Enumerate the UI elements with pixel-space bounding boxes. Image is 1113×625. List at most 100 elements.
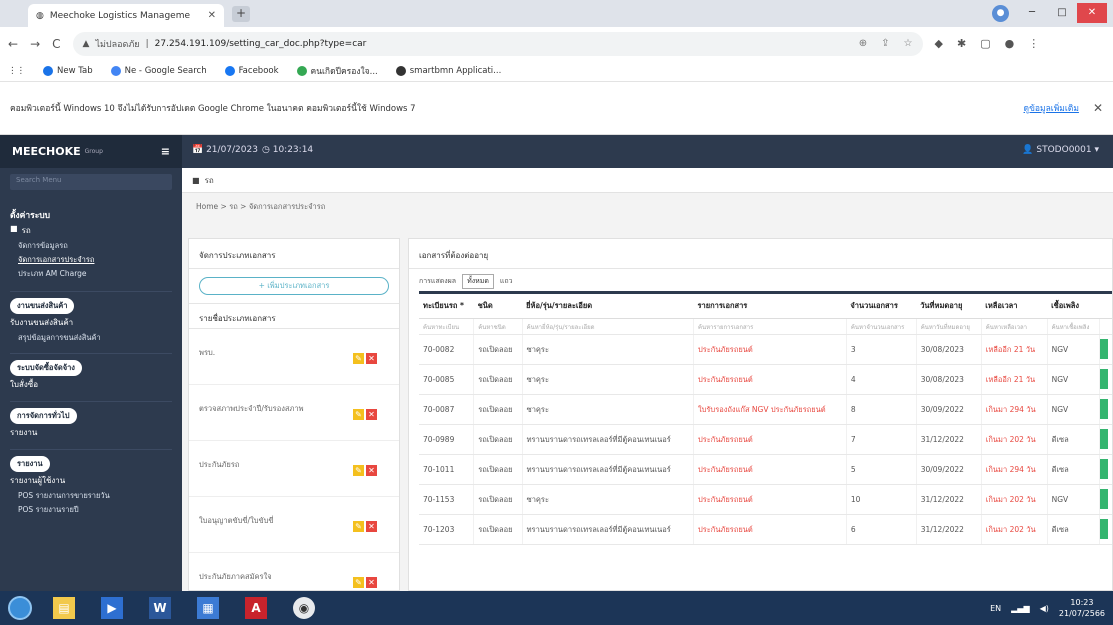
taskbar-word[interactable]: W: [140, 593, 180, 623]
delete-button[interactable]: ✕: [366, 521, 377, 532]
taskbar-explorer[interactable]: ▤: [44, 593, 84, 623]
browser-tab[interactable]: ◍ Meechoke Logistics Manageme ✕: [28, 4, 224, 27]
table-cell: รถเปิดลอย: [473, 364, 523, 395]
taskbar-pdf[interactable]: A: [236, 593, 276, 623]
row-action-button[interactable]: [1100, 368, 1108, 389]
maximize-button[interactable]: □: [1047, 3, 1077, 23]
sidebar-card-badge[interactable]: รายงาน: [10, 456, 50, 472]
row-action-button[interactable]: [1100, 518, 1108, 539]
delete-button[interactable]: ✕: [366, 465, 377, 476]
bookmark-item[interactable]: New Tab: [43, 65, 93, 76]
clock[interactable]: 10:23 21/07/2566: [1059, 597, 1105, 619]
sidebar-card-badge[interactable]: การจัดการทั่วไป: [10, 408, 77, 424]
language-indicator[interactable]: EN: [990, 604, 1001, 613]
bookmark-item[interactable]: Facebook: [224, 65, 279, 76]
minimize-button[interactable]: ─: [1017, 3, 1047, 23]
sidebar-item-car[interactable]: ■ รถ: [10, 222, 172, 239]
sidebar-search[interactable]: Search Menu: [10, 174, 172, 190]
display-all-button[interactable]: ทั้งหมด: [462, 274, 494, 289]
edit-button[interactable]: ✎: [353, 465, 364, 476]
column-filter-input[interactable]: ค้นหารายการเอกสาร: [693, 318, 847, 335]
forward-icon[interactable]: →: [30, 37, 40, 51]
column-header[interactable]: ยี่ห้อ/รุ่น/รายละเอียด: [522, 291, 694, 319]
bookmark-item[interactable]: คนเกิดปีครองใจ...: [296, 64, 378, 78]
close-window-button[interactable]: ✕: [1077, 3, 1107, 23]
column-filter-input[interactable]: ค้นหาเชื้อเพลิง: [1047, 318, 1101, 335]
delete-button[interactable]: ✕: [366, 353, 377, 364]
page-header: ■ รถ: [182, 168, 1113, 193]
column-header[interactable]: เชื้อเพลิง: [1047, 291, 1100, 319]
column-filter-input[interactable]: ค้นหาชนิด: [473, 318, 523, 335]
bookmark-star-icon[interactable]: ☆: [904, 38, 913, 49]
add-doc-type-button[interactable]: + เพิ่มประเภทเอกสาร: [199, 277, 389, 295]
bookmark-item[interactable]: smartbmn Applicati...: [395, 65, 501, 76]
delete-button[interactable]: ✕: [366, 409, 377, 420]
learn-more-link[interactable]: ดูข้อมูลเพิ่มเติม: [1024, 101, 1079, 115]
sidebar-card-item[interactable]: POS รายงานการขายรายวัน: [10, 489, 172, 503]
user-menu[interactable]: 👤 STODO0001 ▾: [1022, 145, 1099, 155]
sidebar-sub-car-docs[interactable]: จัดการเอกสารประจำรถ: [10, 253, 172, 267]
column-header[interactable]: จำนวนเอกสาร: [846, 291, 917, 319]
column-header[interactable]: วันที่หมดอายุ: [916, 291, 982, 319]
doc-type-label: ประกันภัยรถ: [199, 460, 240, 469]
reload-icon[interactable]: C: [52, 37, 60, 51]
new-tab-button[interactable]: +: [232, 6, 250, 22]
apps-icon[interactable]: ⋮⋮: [8, 66, 25, 76]
row-action-button[interactable]: [1100, 398, 1108, 419]
row-action-button[interactable]: [1100, 428, 1108, 449]
infobar-close-button[interactable]: ✕: [1093, 101, 1103, 115]
puzzle-icon[interactable]: ✱: [957, 37, 966, 50]
profile-icon[interactable]: ●: [1005, 37, 1015, 50]
taskbar-media[interactable]: ▶: [92, 593, 132, 623]
column-filter-input[interactable]: ค้นหาวันที่หมดอายุ: [916, 318, 982, 335]
row-action-button[interactable]: [1100, 488, 1108, 509]
sidebar-card-item[interactable]: รายงาน: [10, 424, 172, 441]
edit-button[interactable]: ✎: [353, 577, 364, 588]
share-icon[interactable]: ⇪: [881, 38, 889, 49]
sidepanel-icon[interactable]: ▢: [980, 37, 990, 50]
taskbar-app[interactable]: ▦: [188, 593, 228, 623]
back-icon[interactable]: ←: [8, 37, 18, 51]
doc-type-label: ตรวจสภาพประจำปี/รับรองสภาพ: [199, 404, 304, 413]
start-button[interactable]: [0, 591, 40, 625]
column-filter-input[interactable]: ค้นหาทะเบียน: [419, 318, 475, 335]
menu-kebab-icon[interactable]: ⋮: [1028, 37, 1039, 50]
edit-button[interactable]: ✎: [353, 521, 364, 532]
tab-close-icon[interactable]: ✕: [208, 10, 216, 21]
network-icon[interactable]: ▂▄▆: [1011, 604, 1029, 613]
profile-avatar[interactable]: ●: [992, 5, 1009, 22]
sidebar-card-item[interactable]: สรุปข้อมูลการขนส่งสินค้า: [10, 331, 172, 345]
row-action-button[interactable]: [1100, 458, 1108, 479]
sidebar-sub-car-info[interactable]: จัดการข้อมูลรถ: [10, 239, 172, 253]
volume-icon[interactable]: ◀): [1040, 604, 1049, 613]
sidebar-card-item[interactable]: รายงานผู้ใช้งาน: [10, 472, 172, 489]
taskbar-chrome[interactable]: ◉: [284, 593, 324, 623]
row-action-button[interactable]: [1100, 338, 1108, 359]
column-filter-input[interactable]: ค้นหาเหลือเวลา: [981, 318, 1048, 335]
sidebar-card-item[interactable]: POS รายงานรายปี: [10, 503, 172, 517]
column-filter-input[interactable]: ค้นหาจำนวนเอกสาร: [846, 318, 917, 335]
sidebar-card-badge[interactable]: ระบบจัดซื้อจัดจ้าง: [10, 360, 82, 376]
bookmark-item[interactable]: Ne - Google Search: [110, 65, 207, 76]
zoom-icon[interactable]: ⊕: [859, 38, 867, 49]
sidebar-card-item[interactable]: ใบสั่งซื้อ: [10, 376, 172, 393]
doc-type-item: ประกันภัยภาคสมัครใจ ✎ ✕: [189, 553, 399, 591]
column-header[interactable]: เหลือเวลา: [981, 291, 1048, 319]
column-header[interactable]: รายการเอกสาร: [693, 291, 847, 319]
edit-button[interactable]: ✎: [353, 409, 364, 420]
omnibox[interactable]: ▲ ไม่ปลอดภัย | 27.254.191.109/setting_ca…: [72, 31, 923, 56]
column-header[interactable]: ชนิด: [473, 291, 523, 319]
sidebar-card-item[interactable]: รับงานขนส่งสินค้า: [10, 314, 172, 331]
hamburger-icon[interactable]: ≡: [161, 145, 170, 158]
brand-logo[interactable]: MEECHOKE Group ≡: [0, 135, 182, 168]
edit-button[interactable]: ✎: [353, 353, 364, 364]
extension-icon[interactable]: ◆: [935, 37, 943, 50]
table-cell: เหลืออีก 21 วัน: [981, 334, 1048, 365]
column-filter-input[interactable]: ค้นหายี่ห้อ/รุ่น/รายละเอียด: [522, 318, 694, 335]
table-cell: 70-1203: [419, 514, 475, 545]
column-header[interactable]: ทะเบียนรถ *: [419, 291, 474, 319]
sidebar-sub-am-charge[interactable]: ประเภท AM Charge: [10, 267, 172, 281]
table-row: 70-1011 รถเปิดลอย ทรานบรานดารถเทรลเลอร์ที่…: [419, 454, 1112, 485]
sidebar-card-badge[interactable]: งานขนส่งสินค้า: [10, 298, 75, 314]
delete-button[interactable]: ✕: [366, 577, 377, 588]
